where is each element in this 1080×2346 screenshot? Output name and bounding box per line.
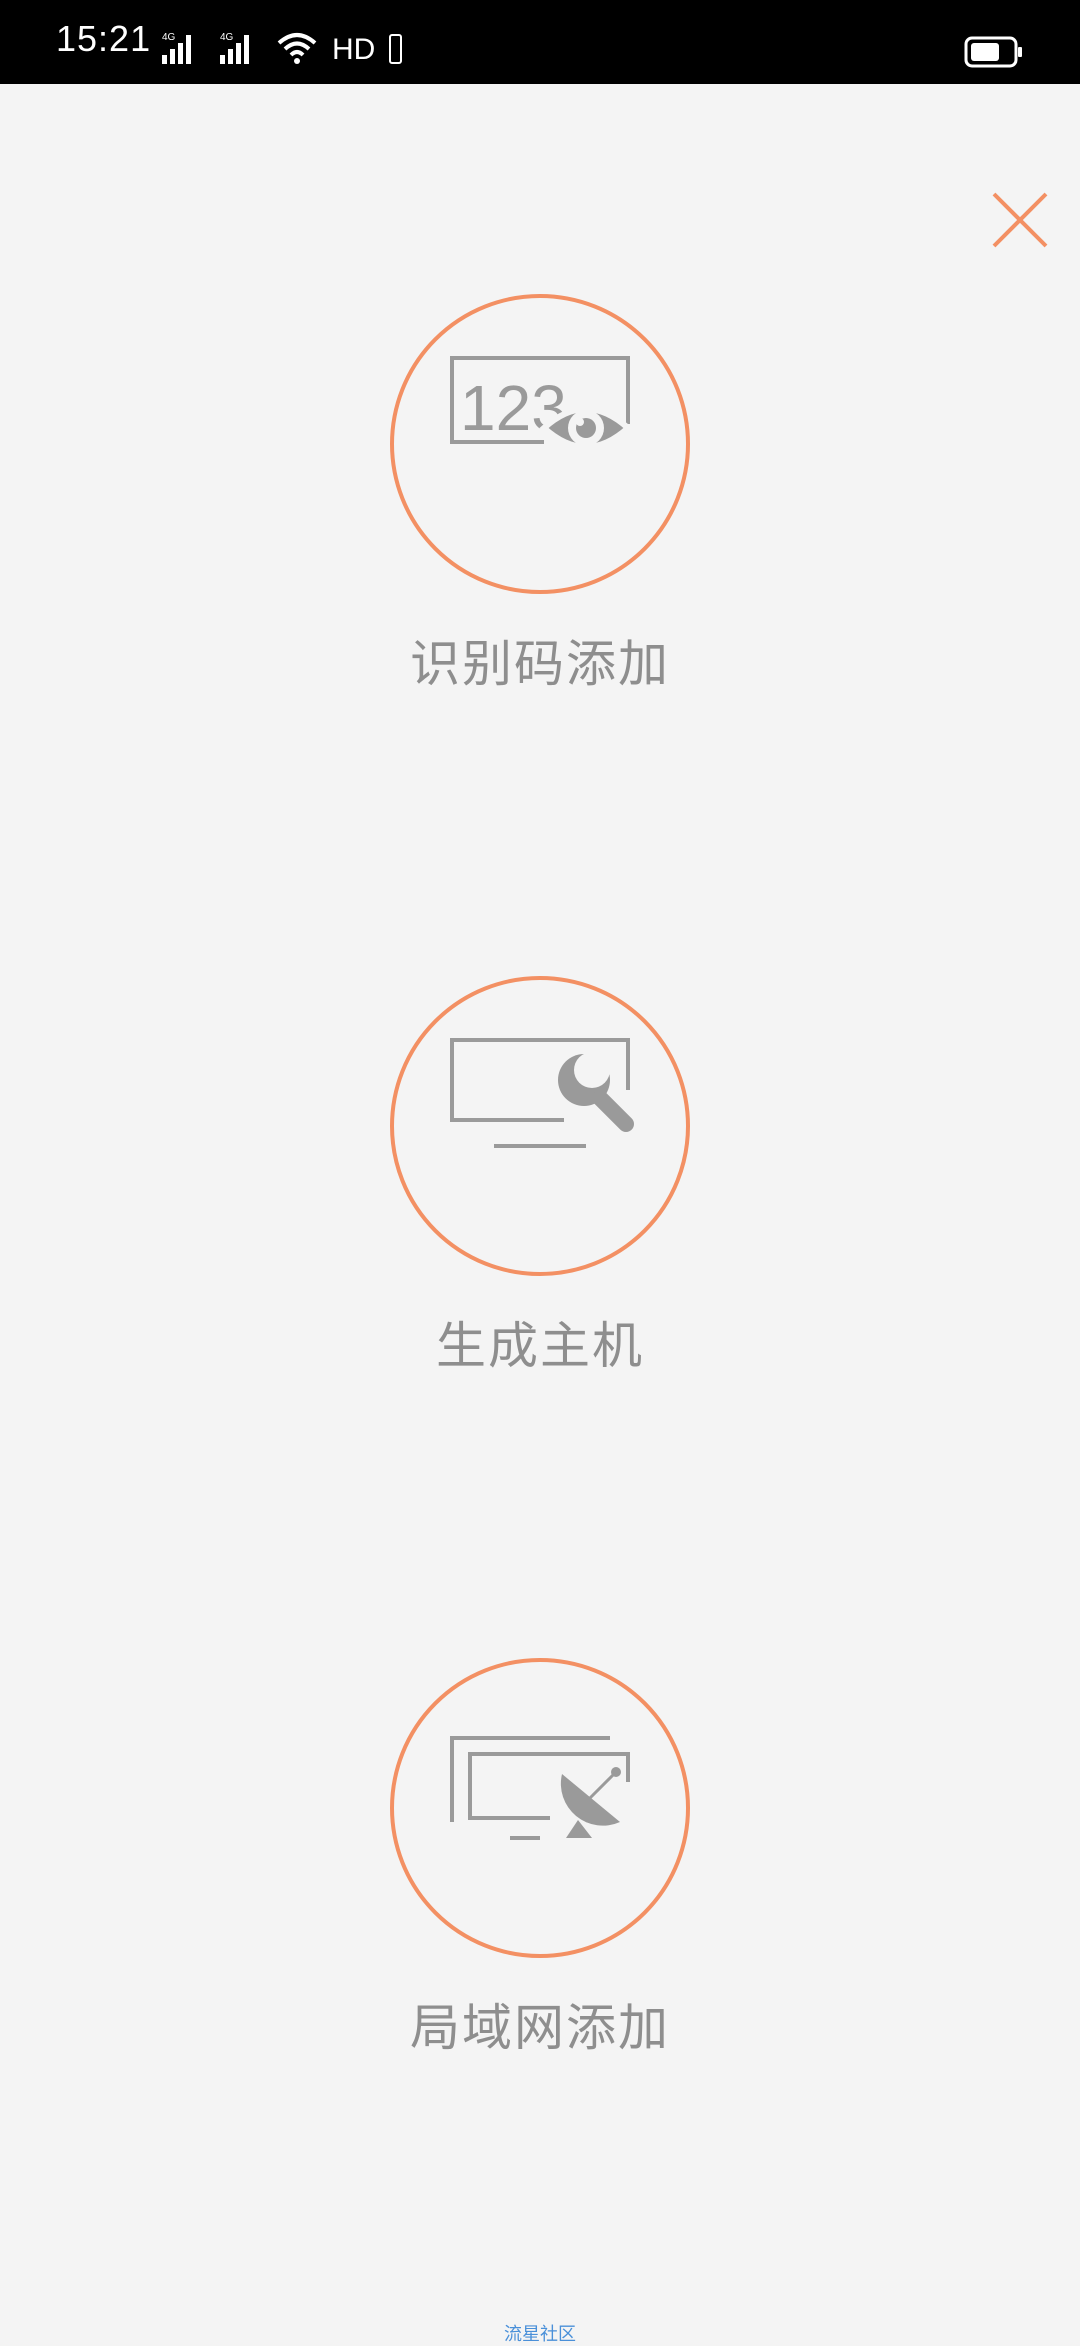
footer-watermark: 流星社区 (504, 2324, 576, 2345)
id-code-eye-icon: 123 (450, 356, 633, 450)
close-icon (992, 192, 1048, 248)
svg-text:4G: 4G (162, 32, 176, 43)
signal-4g-icon: 4G (160, 31, 204, 69)
battery-icon (964, 36, 1024, 72)
status-icons: 4G 4G HD (160, 30, 403, 70)
option-circle[interactable]: 123 (390, 294, 690, 594)
generate-host-label: 生成主机 (436, 1317, 644, 1375)
monitor-search-icon (450, 1038, 634, 1148)
network-label: HD (332, 33, 376, 66)
svg-text:4G: 4G (220, 32, 234, 43)
option-circle[interactable] (390, 976, 690, 1276)
add-by-lan-label: 局域网添加 (410, 1999, 670, 2057)
hd-slot-icon (389, 31, 403, 69)
option-circle[interactable] (390, 1658, 690, 1958)
add-by-code-label: 识别码添加 (410, 635, 670, 693)
status-time: 15:21 (56, 18, 152, 59)
status-bar: 15:21 4G 4G HD (0, 0, 1080, 84)
wifi-icon (276, 31, 318, 69)
close-button[interactable] (988, 188, 1052, 252)
lan-satellite-icon (450, 1736, 630, 1840)
signal-4g-icon: 4G (218, 31, 262, 69)
